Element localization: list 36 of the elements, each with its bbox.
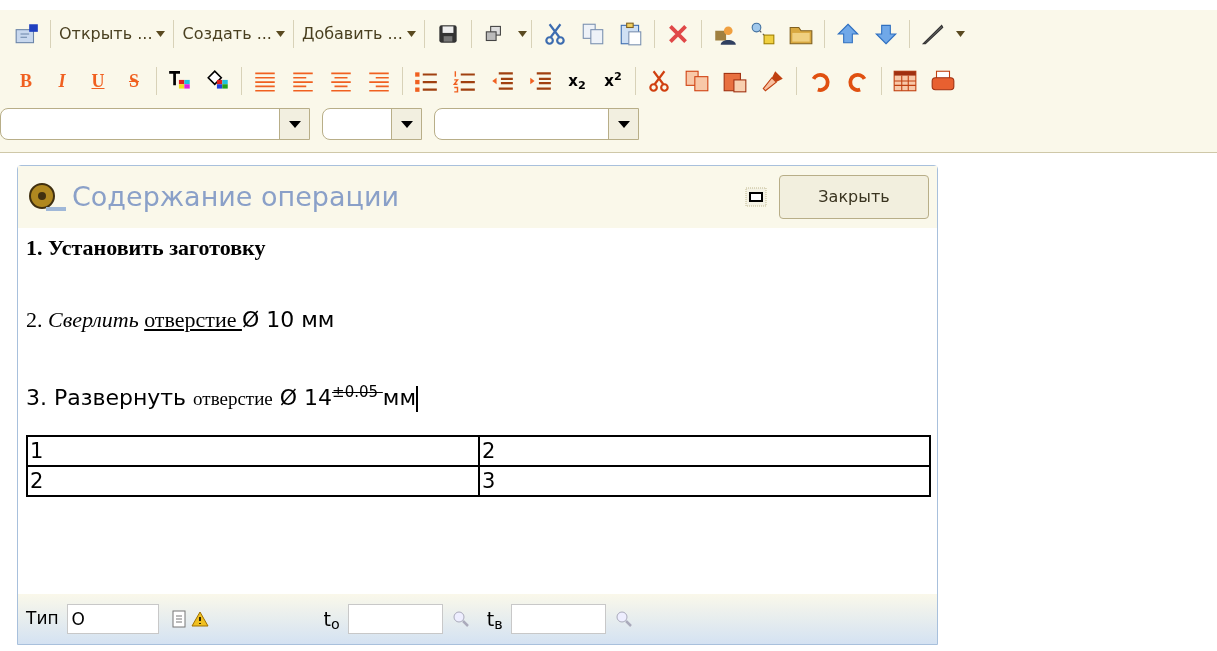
copy-pages-icon[interactable] — [684, 68, 710, 94]
type-field[interactable]: О — [66, 604, 159, 634]
table-cell: 3 — [479, 466, 930, 497]
numbered-list-icon[interactable] — [451, 68, 477, 94]
type-label: Тип — [26, 607, 59, 631]
panel-title: Содержание операции — [72, 179, 399, 214]
dropdown-arrow-icon[interactable] — [400, 120, 413, 128]
script-button[interactable]: x$_{2}$ — [559, 69, 595, 93]
table-cell: 2 — [479, 436, 930, 467]
menu-button[interactable]: Открыть ... — [55, 22, 170, 46]
time-o-label: t$_{о}$ — [323, 606, 340, 634]
caret-icon[interactable] — [156, 31, 166, 37]
table-icon[interactable] — [892, 68, 918, 94]
paragraph: 3. Развернуть отверстие Ø 14$^{±0.05}$ мм — [26, 376, 418, 416]
time-o-field[interactable] — [347, 604, 443, 634]
close-button[interactable]: Закрыть — [779, 175, 929, 219]
caret-icon[interactable] — [275, 31, 285, 37]
caret-icon[interactable] — [406, 31, 416, 37]
script-button[interactable]: x$^{2}$ — [595, 69, 631, 93]
menu-button[interactable]: Создать ... — [178, 22, 289, 46]
menu-button[interactable]: Добавить ... — [297, 22, 420, 46]
tape-measure-icon — [26, 181, 68, 213]
link-node-icon[interactable] — [749, 21, 776, 47]
scissors-icon[interactable] — [646, 68, 672, 94]
paragraph: 2. Сверлить отверстие Ø 10 мм — [26, 306, 335, 334]
caret-icon[interactable] — [955, 31, 965, 37]
table-cell: 1 — [27, 436, 479, 467]
dropdown-arrow-icon[interactable] — [617, 120, 630, 128]
time-v-field[interactable] — [510, 604, 606, 634]
warning-icon[interactable] — [190, 611, 209, 627]
dropdown-arrow-icon[interactable] — [288, 120, 301, 128]
maximize-icon[interactable] — [745, 187, 767, 207]
paragraph: 1. Установить заготовку — [26, 234, 266, 262]
table-cell: 2 — [27, 466, 479, 497]
caret-icon[interactable] — [517, 31, 527, 37]
time-v-label: t$_{в}$ — [486, 606, 503, 634]
